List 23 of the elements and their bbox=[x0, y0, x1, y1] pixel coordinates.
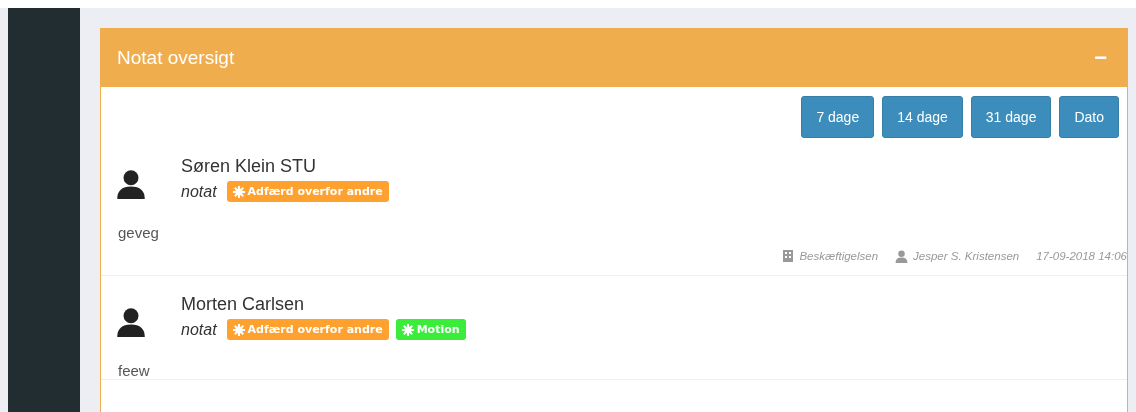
author-label: Jesper S. Kristensen bbox=[913, 250, 1020, 262]
building-icon bbox=[782, 250, 795, 262]
category-tag: Adfærd overfor andre bbox=[226, 319, 389, 340]
gear-icon bbox=[232, 185, 245, 198]
gear-icon bbox=[232, 323, 245, 336]
filter-button[interactable]: Dato bbox=[1059, 96, 1119, 138]
category-tag: Motion bbox=[395, 319, 466, 340]
timestamp: 17-09-2018 14:06 bbox=[1036, 250, 1127, 262]
department-label: Beskæftigelsen bbox=[799, 250, 879, 262]
user-icon bbox=[895, 249, 909, 263]
note-text: geveg bbox=[117, 223, 160, 241]
filter-button[interactable]: 31 dage bbox=[970, 96, 1052, 138]
note-text: feew bbox=[117, 361, 151, 379]
person-name: Morten Carlsen bbox=[181, 294, 306, 315]
person-name: Søren Klein STU bbox=[181, 156, 318, 177]
category-tag: Adfærd overfor andre bbox=[226, 181, 389, 202]
collapse-button[interactable]: − bbox=[1090, 45, 1111, 71]
gear-icon bbox=[401, 323, 414, 336]
note-type: notat bbox=[181, 320, 217, 339]
filter-button[interactable]: 14 dage bbox=[882, 96, 963, 138]
filter-button[interactable]: 7 dage bbox=[801, 96, 875, 138]
panel-title: Notat oversigt bbox=[117, 47, 235, 69]
note-type: notat bbox=[181, 182, 217, 201]
